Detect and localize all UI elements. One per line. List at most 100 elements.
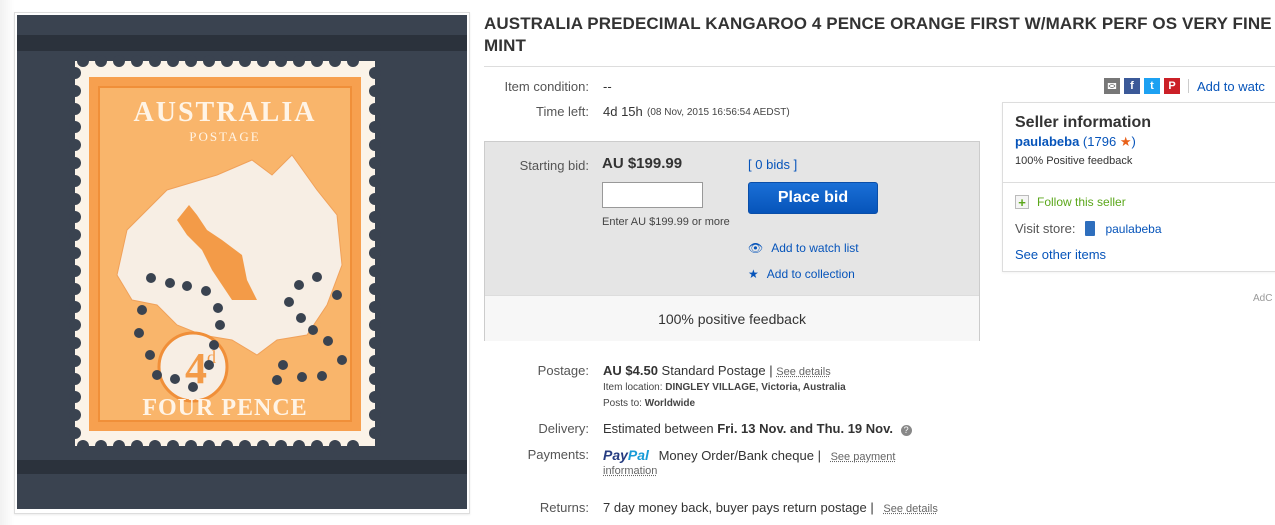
perforation-hole bbox=[69, 319, 81, 331]
seller-score-link[interactable]: 1796 bbox=[1087, 134, 1116, 149]
returns-line: 7 day money back, buyer pays return post… bbox=[603, 500, 938, 515]
bid-box: Starting bid: AU $199.99 [ 0 bids ] Plac… bbox=[484, 141, 980, 341]
add-to-collection[interactable]: ★ Add to collection bbox=[748, 267, 855, 281]
listing-page: 4 d AUSTRALIA POSTAGE FOUR PENCE AUSTRAL… bbox=[0, 0, 1275, 525]
product-image-frame[interactable]: 4 d AUSTRALIA POSTAGE FOUR PENCE bbox=[14, 12, 470, 514]
delivery-prefix: Estimated between bbox=[603, 421, 714, 436]
posts-to-value: Worldwide bbox=[644, 398, 696, 409]
seller-divider bbox=[1003, 182, 1275, 183]
bids-bracket-close: ] bbox=[793, 157, 798, 172]
returns-sep: | bbox=[870, 500, 874, 515]
stamp-country: AUSTRALIA bbox=[134, 97, 317, 128]
perforation-hole bbox=[329, 55, 341, 67]
see-other-items: See other items bbox=[1015, 247, 1106, 262]
seller-line: paulabeba (1796 ★) bbox=[1015, 134, 1136, 150]
perforation-hole bbox=[69, 67, 81, 79]
perforation-hole bbox=[95, 440, 107, 452]
time-left-value: 4d 15h bbox=[603, 104, 643, 119]
perforation-hole bbox=[77, 55, 89, 67]
perforation-hole bbox=[239, 55, 251, 67]
store-name-link[interactable]: paulabeba bbox=[1105, 222, 1161, 236]
left-edge-shadow bbox=[0, 0, 14, 525]
perforation-hole bbox=[329, 440, 341, 452]
add-to-watch-list[interactable]: 👁 Add to watch list bbox=[748, 241, 859, 255]
perforation-hole bbox=[275, 55, 287, 67]
bids-link[interactable]: 0 bids bbox=[755, 157, 790, 172]
bid-amount-input[interactable] bbox=[602, 182, 703, 208]
ad-label: AdC bbox=[1253, 293, 1273, 304]
stamp-photo[interactable]: 4 d AUSTRALIA POSTAGE FOUR PENCE bbox=[17, 15, 467, 509]
add-to-watch-link[interactable]: Add to watc bbox=[1197, 79, 1265, 94]
perforation-hole bbox=[69, 175, 81, 187]
seller-name-link[interactable]: paulabeba bbox=[1015, 134, 1079, 149]
see-other-items-link[interactable]: See other items bbox=[1015, 247, 1106, 262]
returns-value: 7 day money back, buyer pays return post… bbox=[603, 500, 867, 515]
visit-store: Visit store: paulabeba bbox=[1015, 221, 1162, 236]
help-icon[interactable]: ? bbox=[900, 425, 912, 436]
positive-feedback-bar: 100% positive feedback bbox=[485, 295, 979, 341]
title-divider bbox=[484, 66, 1275, 67]
seller-info-panel: Seller information paulabeba (1796 ★) 10… bbox=[1002, 102, 1275, 272]
item-location: Item location: DINGLEY VILLAGE, Victoria… bbox=[603, 382, 846, 393]
stamp-value-text: FOUR PENCE bbox=[142, 395, 307, 421]
perforation-hole bbox=[69, 409, 81, 421]
add-to-collection-link[interactable]: Add to collection bbox=[767, 267, 855, 281]
twitter-icon[interactable]: t bbox=[1144, 78, 1160, 94]
perforation-hole bbox=[69, 337, 81, 349]
payment-methods: Money Order/Bank cheque bbox=[658, 448, 814, 463]
postage-amount: AU $4.50 bbox=[603, 363, 658, 378]
stamp-postage: POSTAGE bbox=[189, 129, 260, 144]
perforation-hole bbox=[185, 55, 197, 67]
pinterest-icon[interactable]: P bbox=[1164, 78, 1180, 94]
perforation-hole bbox=[369, 391, 381, 403]
follow-seller[interactable]: + Follow this seller bbox=[1015, 195, 1126, 209]
perforation-hole bbox=[293, 55, 305, 67]
add-to-watch-list-link[interactable]: Add to watch list bbox=[771, 241, 858, 255]
perforation-hole bbox=[69, 265, 81, 277]
see-payment-link[interactable]: See payment bbox=[831, 451, 896, 463]
perforation-hole bbox=[69, 391, 81, 403]
perforation-hole bbox=[185, 440, 197, 452]
perforation-hole bbox=[257, 55, 269, 67]
place-bid-button[interactable]: Place bid bbox=[748, 182, 878, 214]
payment-information-link[interactable]: information bbox=[603, 465, 657, 477]
perforation-hole bbox=[369, 211, 381, 223]
facebook-icon[interactable]: f bbox=[1124, 78, 1140, 94]
perforation-hole bbox=[257, 440, 269, 452]
perforation-hole bbox=[369, 175, 381, 187]
visit-store-label: Visit store: bbox=[1015, 221, 1076, 236]
payments-line: PayPal Money Order/Bank cheque | See pay… bbox=[603, 447, 895, 463]
delivery-label: Delivery: bbox=[538, 421, 589, 436]
payments-label: Payments: bbox=[527, 447, 589, 462]
payment-information-line: information bbox=[603, 465, 657, 477]
perforation-hole bbox=[369, 283, 381, 295]
perforation-hole bbox=[167, 440, 179, 452]
perforation-hole bbox=[369, 193, 381, 205]
perforation-hole bbox=[69, 283, 81, 295]
perforation-hole bbox=[69, 427, 81, 439]
email-icon[interactable]: ✉ bbox=[1104, 78, 1120, 94]
perforation-hole bbox=[69, 211, 81, 223]
perforation-hole bbox=[369, 355, 381, 367]
postage-label: Postage: bbox=[537, 363, 589, 378]
seller-score-close: ) bbox=[1131, 134, 1136, 149]
perforation-hole bbox=[369, 157, 381, 169]
follow-seller-link[interactable]: Follow this seller bbox=[1037, 195, 1126, 209]
perforation-hole bbox=[69, 247, 81, 259]
time-left-label: Time left: bbox=[536, 104, 589, 119]
star-icon: ★ bbox=[748, 267, 759, 281]
perforation-hole bbox=[347, 440, 359, 452]
perforation-hole bbox=[369, 85, 381, 97]
perforation-hole bbox=[113, 440, 125, 452]
returns-see-details[interactable]: See details bbox=[883, 503, 937, 515]
postage-line: AU $4.50 Standard Postage | See details bbox=[603, 363, 831, 378]
perforation-hole bbox=[369, 409, 381, 421]
postage-see-details[interactable]: See details bbox=[776, 366, 830, 378]
paypal-logo: PayPal bbox=[603, 447, 649, 463]
perforation-hole bbox=[369, 247, 381, 259]
perforation-hole bbox=[369, 301, 381, 313]
store-icon bbox=[1085, 221, 1096, 236]
seller-info-heading: Seller information bbox=[1015, 114, 1152, 131]
perforation-hole bbox=[369, 139, 381, 151]
perforation-hole bbox=[203, 55, 215, 67]
